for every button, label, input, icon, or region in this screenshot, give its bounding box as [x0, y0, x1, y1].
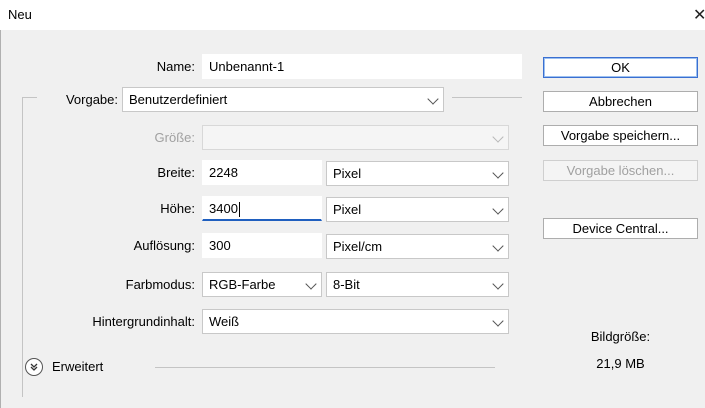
size-label: Größe:	[154, 130, 195, 145]
name-label: Name:	[156, 59, 195, 74]
name-input[interactable]: Unbenannt-1	[202, 54, 522, 79]
title-bar: Neu ✕	[0, 0, 705, 30]
image-size-value: 21,9 MB	[596, 356, 645, 371]
delete-preset-button: Vorgabe löschen...	[543, 160, 698, 181]
chevron-down-icon	[427, 93, 439, 105]
chevron-down-icon	[492, 131, 504, 143]
preset-select[interactable]: Benutzerdefiniert	[122, 87, 444, 112]
resolution-unit-value: Pixel/cm	[333, 239, 383, 254]
width-input[interactable]: 2248	[202, 160, 322, 185]
height-unit-value: Pixel	[333, 202, 362, 217]
text-caret	[238, 202, 240, 218]
colormode-value: RGB-Farbe	[209, 277, 276, 292]
height-value: 3400	[209, 201, 238, 216]
chevron-down-icon	[492, 315, 504, 327]
width-unit-select[interactable]: Pixel	[326, 161, 509, 186]
ok-button[interactable]: OK	[543, 57, 698, 78]
window-border	[0, 30, 1, 408]
width-label: Breite:	[157, 165, 195, 180]
chevron-down-icon	[492, 278, 504, 290]
bitdepth-select[interactable]: 8-Bit	[326, 272, 509, 297]
window-title: Neu	[8, 7, 32, 22]
save-preset-button[interactable]: Vorgabe speichern...	[543, 125, 698, 146]
group-border-top-right	[452, 97, 522, 98]
close-icon[interactable]: ✕	[693, 5, 705, 25]
advanced-label[interactable]: Erweitert	[52, 359, 103, 374]
double-chevron-down-icon[interactable]	[25, 358, 43, 376]
chevron-down-icon	[492, 203, 504, 215]
width-unit-value: Pixel	[333, 166, 362, 181]
cancel-button[interactable]: Abbrechen	[543, 91, 698, 112]
image-size-label: Bildgröße:	[590, 329, 651, 344]
chevron-down-icon	[305, 278, 317, 290]
colormode-select[interactable]: RGB-Farbe	[202, 272, 322, 297]
preset-label: Vorgabe:	[65, 92, 118, 107]
size-select	[202, 125, 509, 150]
bitdepth-value: 8-Bit	[333, 277, 360, 292]
height-unit-select[interactable]: Pixel	[326, 197, 509, 222]
chevron-down-icon	[492, 167, 504, 179]
background-select[interactable]: Weiß	[202, 309, 509, 334]
colormode-label: Farbmodus:	[125, 277, 195, 292]
preset-value: Benutzerdefiniert	[129, 92, 228, 107]
height-label: Höhe:	[160, 201, 195, 216]
background-label: Hintergrundinhalt:	[92, 314, 195, 329]
advanced-divider	[155, 367, 495, 368]
resolution-input[interactable]: 300	[202, 233, 322, 258]
resolution-label: Auflösung:	[133, 238, 195, 253]
resolution-unit-select[interactable]: Pixel/cm	[326, 234, 509, 259]
device-central-button[interactable]: Device Central...	[543, 218, 698, 239]
chevron-down-icon	[492, 240, 504, 252]
height-input[interactable]: 3400	[202, 196, 322, 221]
background-value: Weiß	[209, 314, 240, 329]
